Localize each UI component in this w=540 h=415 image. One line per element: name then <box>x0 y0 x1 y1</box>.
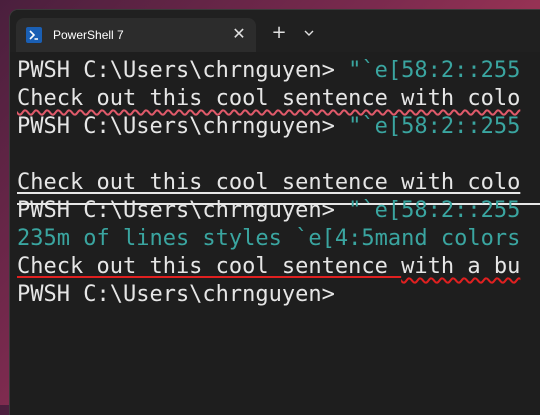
prompt: PWSH C:\Users\chrnguyen> <box>17 114 349 139</box>
terminal-line-7: 235m of lines styles `e[4:5mand colors <box>17 225 520 253</box>
prompt: PWSH C:\Users\chrnguyen> <box>17 58 349 83</box>
powershell-icon <box>26 27 42 43</box>
output-text: Check out this cool sentence with colo <box>17 86 521 111</box>
tab-bar: PowerShell 7 ✕ + <box>10 10 540 52</box>
output-text: with a bu <box>401 254 521 279</box>
close-icon[interactable]: ✕ <box>229 24 249 44</box>
terminal-line-3: PWSH C:\Users\chrnguyen> "`e[58:2::255 <box>17 113 520 141</box>
terminal-window: PowerShell 7 ✕ + PWSH C:\Users\chrnguyen… <box>10 10 540 415</box>
terminal-line-8: Check out this cool sentence with a bu <box>17 253 520 281</box>
output-text: Check out this cool sentence <box>17 254 402 279</box>
chevron-down-icon[interactable] <box>300 22 318 44</box>
terminal-line-9: PWSH C:\Users\chrnguyen> <box>17 281 335 309</box>
terminal-line-5: Check out this cool sentence with colo <box>17 169 520 197</box>
prompt: PWSH C:\Users\chrnguyen> <box>17 198 349 223</box>
prompt: PWSH C:\Users\chrnguyen> <box>17 282 335 307</box>
new-tab-button[interactable]: + <box>268 22 290 44</box>
command-text: "`e[58:2::255 <box>348 58 521 83</box>
terminal-line-2: Check out this cool sentence with colo <box>17 85 520 113</box>
output-text: 235m of lines styles `e[4:5mand colors <box>17 226 521 251</box>
terminal-line-6: PWSH C:\Users\chrnguyen> "`e[58:2::255 <box>17 197 520 225</box>
command-text: "`e[58:2::255 <box>348 114 521 139</box>
command-text: "`e[58:2::255 <box>348 198 521 223</box>
tab-powershell[interactable]: PowerShell 7 ✕ <box>16 18 256 52</box>
terminal-line-1: PWSH C:\Users\chrnguyen> "`e[58:2::255 <box>17 57 520 85</box>
terminal-output[interactable]: PWSH C:\Users\chrnguyen> "`e[58:2::255 C… <box>10 52 540 415</box>
tab-title: PowerShell 7 <box>53 28 124 42</box>
output-text: Check out this cool sentence with colo <box>17 170 521 195</box>
